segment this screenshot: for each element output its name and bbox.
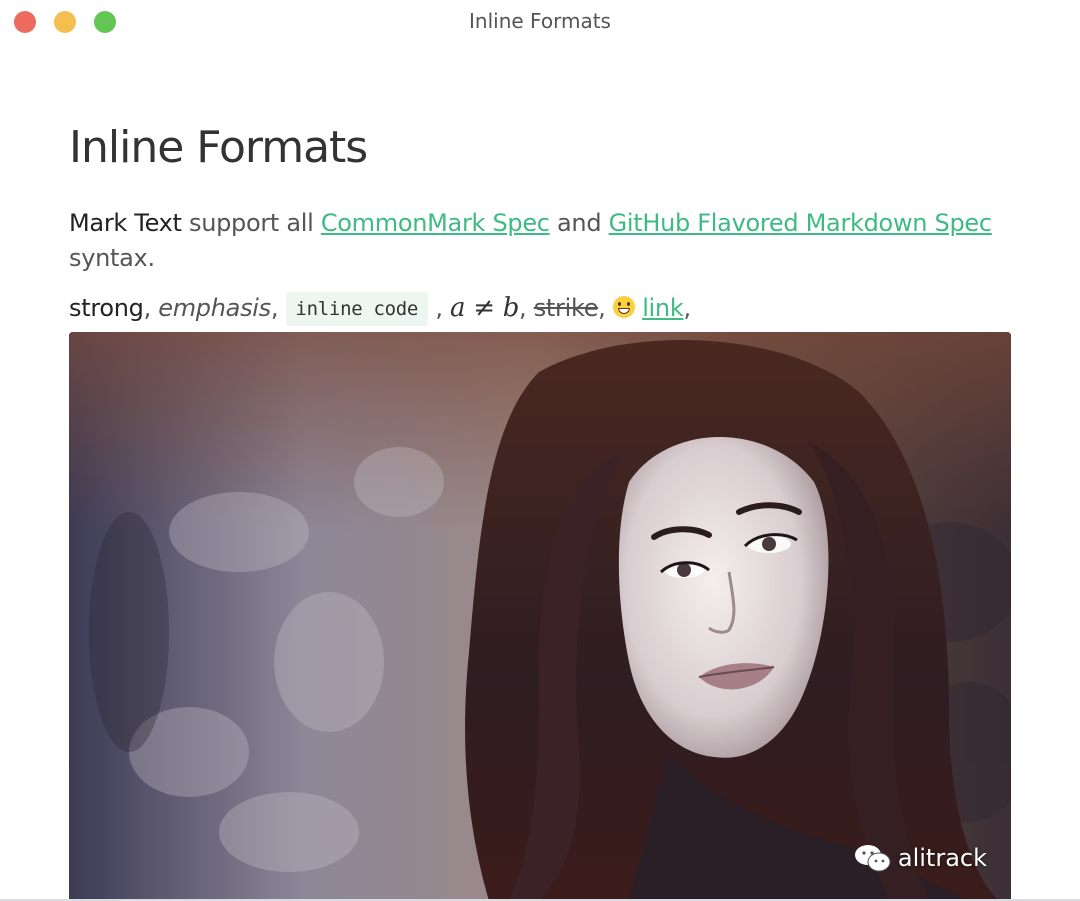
intro-text-2: and [549, 209, 609, 237]
separator: , [270, 294, 286, 322]
intro-paragraph[interactable]: Mark Text support all CommonMark Spec an… [69, 206, 1011, 276]
window-title: Inline Formats [469, 9, 611, 33]
watermark: alitrack [854, 843, 987, 873]
inline-math: a ≠ b [450, 293, 519, 323]
emphasis-text: emphasis [158, 294, 271, 322]
separator: , [428, 294, 451, 322]
separator: , [598, 294, 613, 322]
document-heading[interactable]: Inline Formats [69, 120, 1011, 176]
titlebar: Inline Formats [0, 0, 1080, 44]
separator: , [143, 294, 159, 322]
inline-code: inline code [285, 292, 429, 326]
intro-text-1: support all [181, 209, 321, 237]
portrait-image-art [69, 332, 1011, 901]
intro-text-3: syntax. [69, 244, 155, 272]
watermark-text: alitrack [897, 844, 987, 872]
smile-emoji-icon [612, 296, 635, 318]
math-not-equal: ≠ [473, 293, 495, 323]
strikethrough-text: strike [533, 294, 599, 322]
math-variable-b: b [502, 293, 520, 323]
wechat-icon [854, 845, 891, 872]
gfm-spec-link[interactable]: GitHub Flavored Markdown Spec [609, 209, 992, 237]
editor-content[interactable]: Inline Formats Mark Text support all Com… [69, 120, 1011, 326]
strong-text: strong [69, 294, 144, 322]
portrait-image[interactable]: alitrack [69, 332, 1011, 901]
inline-formats-paragraph[interactable]: strong, emphasis, inline code , a ≠ b, s… [69, 291, 1011, 326]
math-variable-a: a [450, 293, 466, 323]
commonmark-spec-link[interactable]: CommonMark Spec [321, 209, 550, 237]
brand-name: Mark Text [69, 209, 182, 237]
inline-link[interactable]: link [642, 294, 684, 322]
separator: , [519, 294, 534, 322]
app-window: Inline Formats Inline Formats Mark Text … [0, 0, 1080, 901]
separator: , [683, 294, 691, 322]
